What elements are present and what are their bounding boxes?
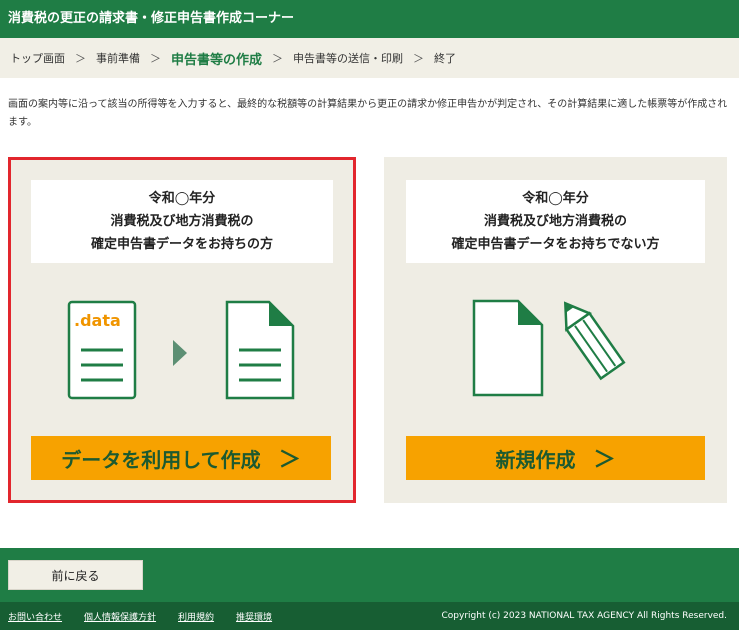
card-title-line: 消費税及び地方消費税の (483, 214, 627, 229)
button-label: データを利用して作成 (61, 447, 261, 472)
card-title-line: 令和◯年分 (148, 191, 216, 206)
data-file-label: .data (74, 311, 121, 330)
footer: お問い合わせ 個人情報保護方針 利用規約 推奨環境 Copyright (c) … (0, 602, 739, 630)
breadcrumb-item-top: トップ画面 (10, 52, 65, 65)
footer-link-environment[interactable]: 推奨環境 (236, 610, 272, 623)
arrow-right-icon (173, 340, 187, 366)
intro-text: 画面の案内等に沿って該当の所得等を入力すると、最終的な税額等の計算結果から更正の… (8, 99, 728, 128)
data-file-icon: .data (67, 300, 137, 400)
bottom-action-bar: 前に戻る (0, 548, 739, 602)
blank-document-icon (472, 299, 544, 397)
footer-link-privacy[interactable]: 個人情報保護方針 (84, 610, 156, 623)
card-title-line: 消費税及び地方消費税の (110, 214, 254, 229)
chevron-right-icon: ＞ (593, 448, 616, 473)
back-button[interactable]: 前に戻る (8, 560, 143, 590)
button-label: 新規作成 (495, 447, 576, 472)
document-icon (225, 300, 295, 400)
chevron-right-icon: ＞ (413, 52, 425, 65)
footer-link-contact[interactable]: お問い合わせ (8, 610, 62, 623)
create-new-button[interactable]: 新規作成 ＞ (406, 436, 705, 480)
card-title-box: 令和◯年分 消費税及び地方消費税の 確定申告書データをお持ちでない方 (406, 180, 705, 263)
chevron-right-icon: ＞ (150, 52, 161, 65)
card-title-line: 令和◯年分 (522, 191, 589, 206)
breadcrumb-item-create: 申告書等の作成 (171, 52, 263, 68)
copyright: Copyright (c) 2023 NATIONAL TAX AGENCY A… (441, 611, 728, 621)
footer-link-terms[interactable]: 利用規約 (178, 610, 214, 623)
breadcrumb-item-prep: 事前準備 (96, 52, 140, 65)
create-with-data-button[interactable]: データを利用して作成 ＞ (31, 436, 331, 480)
chevron-right-icon: ＞ (272, 52, 284, 65)
card-title-line: 確定申告書データをお持ちの方 (90, 237, 273, 252)
breadcrumb-item-end: 終了 (434, 52, 457, 65)
pencil-icon (563, 301, 626, 381)
app-title-bar: 消費税の更正の請求書・修正申告書作成コーナー (0, 0, 739, 38)
chevron-right-icon: ＞ (278, 448, 301, 473)
breadcrumb-item-send: 申告書等の送信・印刷 (293, 52, 404, 65)
chevron-right-icon: ＞ (75, 52, 86, 65)
option-card-without-data[interactable]: 令和◯年分 消費税及び地方消費税の 確定申告書データをお持ちでない方 新規作成 … (384, 157, 727, 503)
card-title-box: 令和◯年分 消費税及び地方消費税の 確定申告書データをお持ちの方 (31, 180, 333, 263)
breadcrumb: トップ画面 ＞ 事前準備 ＞ 申告書等の作成 ＞ 申告書等の送信・印刷 ＞ 終了 (0, 38, 739, 78)
data-to-document-illustration: .data (11, 290, 353, 400)
app-title: 消費税の更正の請求書・修正申告書作成コーナー (8, 11, 295, 26)
option-card-with-data[interactable]: 令和◯年分 消費税及び地方消費税の 確定申告書データをお持ちの方 .data デ… (8, 157, 356, 503)
card-title-line: 確定申告書データをお持ちでない方 (451, 237, 660, 252)
blank-document-pencil-illustration (384, 287, 727, 397)
